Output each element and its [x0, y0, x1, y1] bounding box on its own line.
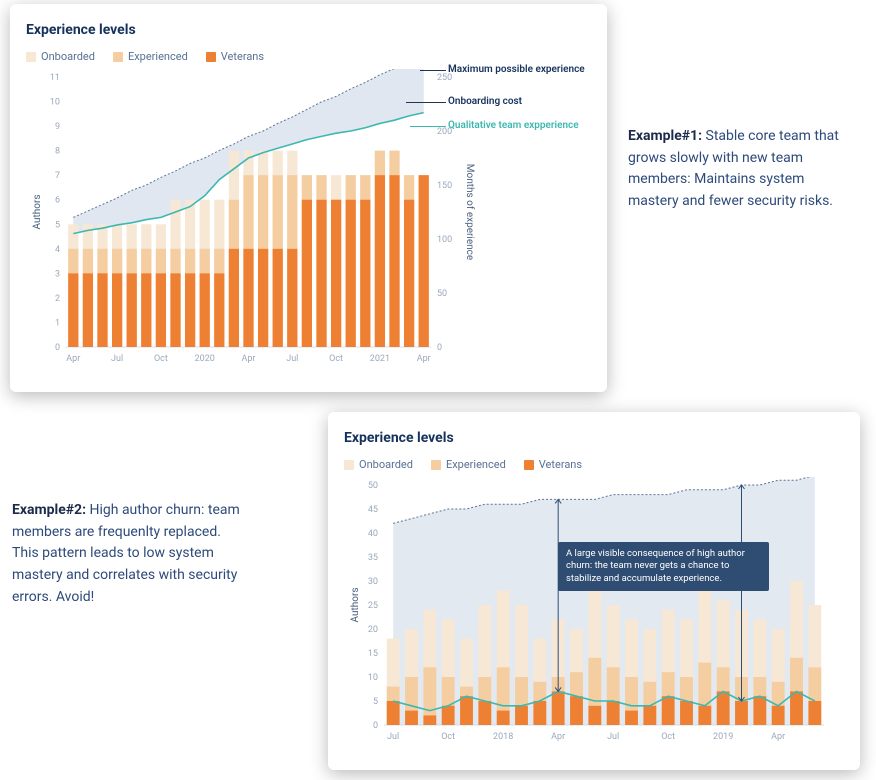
svg-text:10: 10 [50, 98, 60, 108]
svg-text:50: 50 [368, 481, 378, 491]
svg-text:Jul: Jul [111, 354, 123, 364]
svg-text:2: 2 [55, 294, 60, 304]
svg-text:6: 6 [55, 196, 60, 206]
svg-text:5: 5 [55, 220, 60, 230]
svg-text:Oct: Oct [329, 354, 343, 364]
legend: Onboarded Experienced Veterans [26, 50, 591, 63]
swatch-experienced [431, 460, 441, 470]
legend: Onboarded Experienced Veterans [344, 458, 844, 471]
svg-text:3: 3 [55, 269, 60, 279]
chart-svg-2: 0 5 10 15 20 25 30 35 40 45 50 Authors Jul Oct 2018 Apr… [344, 477, 834, 747]
svg-text:2020: 2020 [195, 354, 215, 364]
svg-text:2019: 2019 [713, 732, 733, 742]
svg-text:Apr: Apr [242, 354, 256, 364]
svg-text:30: 30 [368, 577, 378, 587]
legend-item-experienced: Experienced [113, 50, 188, 63]
svg-text:11: 11 [50, 73, 60, 83]
svg-text:7: 7 [55, 171, 60, 181]
svg-text:150: 150 [437, 181, 452, 191]
svg-text:15: 15 [368, 649, 378, 659]
svg-text:Authors: Authors [32, 194, 43, 229]
swatch-onboarded [344, 460, 354, 470]
chart-card-2: Experience levels Onboarded Experienced … [328, 412, 860, 770]
svg-text:0: 0 [55, 343, 60, 353]
svg-text:Apr: Apr [417, 354, 431, 364]
svg-text:Jul: Jul [607, 732, 619, 742]
swatch-experienced [113, 52, 123, 62]
chart-title: Experience levels [344, 430, 844, 446]
annot-qual-exp: Qualitative team expperience [448, 120, 579, 132]
svg-text:Apr: Apr [771, 732, 785, 742]
legend-item-veterans: Veterans [524, 458, 582, 471]
svg-text:Oct: Oct [661, 732, 675, 742]
annot-onboard-cost: Onboarding cost [448, 96, 522, 108]
legend-item-onboarded: Onboarded [26, 50, 95, 63]
swatch-veterans [524, 460, 534, 470]
svg-text:45: 45 [368, 505, 378, 515]
svg-text:Months of experience: Months of experience [464, 164, 476, 260]
chart-title: Experience levels [26, 22, 591, 38]
svg-text:Apr: Apr [551, 732, 565, 742]
legend-item-veterans: Veterans [206, 50, 264, 63]
svg-text:2018: 2018 [493, 732, 513, 742]
svg-text:10: 10 [368, 673, 378, 683]
svg-text:50: 50 [437, 289, 447, 299]
svg-text:1: 1 [55, 318, 60, 328]
caption-ex1: Example#1: Stable core team that grows s… [628, 126, 858, 213]
tooltip-churn: A large visible consequence of high auth… [558, 542, 769, 591]
svg-text:25: 25 [368, 601, 378, 611]
svg-text:Oct: Oct [441, 732, 455, 742]
chart-card-1: Experience levels Onboarded Experienced … [10, 4, 607, 392]
svg-text:2021: 2021 [370, 354, 390, 364]
annot-max-exp: Maximum possible experience [448, 64, 585, 76]
svg-text:4: 4 [55, 245, 60, 255]
caption-ex2: Example#2: High author churn: team membe… [12, 500, 242, 608]
svg-text:5: 5 [373, 697, 378, 707]
legend-item-onboarded: Onboarded [344, 458, 413, 471]
chart-svg-1: 01234567891011Authors050100150200250Mont… [26, 69, 581, 369]
svg-text:Jul: Jul [387, 732, 399, 742]
svg-text:Apr: Apr [66, 354, 80, 364]
svg-text:8: 8 [55, 147, 60, 157]
legend-item-experienced: Experienced [431, 458, 506, 471]
svg-text:Authors: Authors [350, 587, 361, 622]
svg-text:20: 20 [368, 625, 378, 635]
svg-text:100: 100 [437, 235, 452, 245]
swatch-veterans [206, 52, 216, 62]
svg-text:35: 35 [368, 553, 378, 563]
svg-text:0: 0 [437, 343, 442, 353]
svg-text:9: 9 [55, 122, 60, 132]
svg-text:40: 40 [368, 529, 378, 539]
swatch-onboarded [26, 52, 36, 62]
svg-text:Jul: Jul [286, 354, 298, 364]
svg-text:0: 0 [373, 721, 378, 731]
svg-text:Oct: Oct [154, 354, 168, 364]
